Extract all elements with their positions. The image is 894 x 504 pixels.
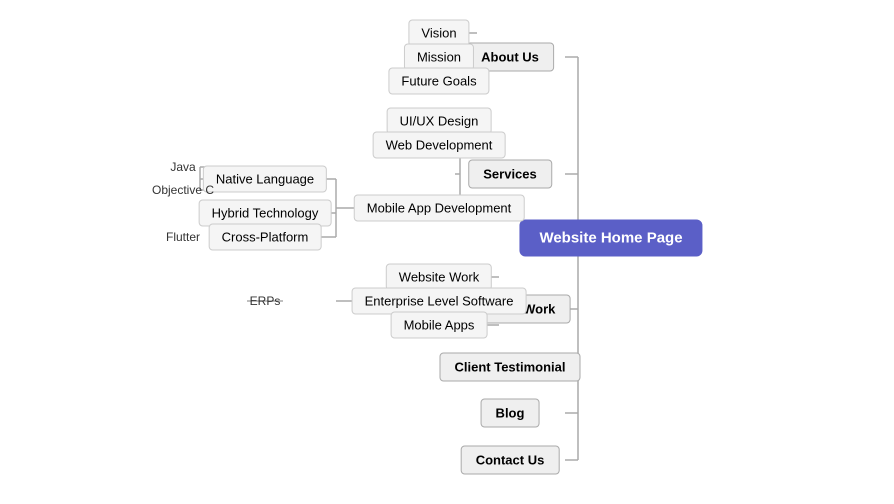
mission-node: Mission	[404, 44, 474, 71]
services-node: Services	[468, 160, 552, 189]
client-testimonial-label: Client Testimonial	[440, 353, 581, 382]
blog-label: Blog	[481, 399, 540, 428]
mobile-apps-node: Mobile Apps	[391, 312, 488, 339]
future-goals-node: Future Goals	[388, 68, 489, 95]
native-language-node: Native Language	[203, 166, 327, 193]
contact-us-node: Contact Us	[461, 446, 560, 475]
objective-c-label: Objective C	[152, 183, 214, 197]
website-work-label: Website Work	[386, 264, 492, 291]
mobile-apps-label: Mobile Apps	[391, 312, 488, 339]
uiux-design-node: UI/UX Design	[387, 108, 492, 135]
flutter-label: Flutter	[166, 230, 200, 244]
native-language-label: Native Language	[203, 166, 327, 193]
java-node: Java	[170, 160, 195, 174]
cross-platform-node: Cross-Platform	[209, 224, 322, 251]
mindmap-container: Website Home Page About Us Services Prev…	[0, 0, 894, 504]
hybrid-technology-label: Hybrid Technology	[199, 200, 332, 227]
vision-label: Vision	[408, 20, 469, 47]
services-label: Services	[468, 160, 552, 189]
future-goals-label: Future Goals	[388, 68, 489, 95]
root-label: Website Home Page	[519, 220, 702, 257]
hybrid-technology-node: Hybrid Technology	[199, 200, 332, 227]
blog-node: Blog	[481, 399, 540, 428]
web-development-label: Web Development	[373, 132, 506, 159]
enterprise-level-node: Enterprise Level Software	[352, 288, 527, 315]
enterprise-level-label: Enterprise Level Software	[352, 288, 527, 315]
client-testimonial-node: Client Testimonial	[440, 353, 581, 382]
java-label: Java	[170, 160, 195, 174]
web-development-node: Web Development	[373, 132, 506, 159]
objective-c-node: Objective C	[152, 183, 214, 197]
cross-platform-label: Cross-Platform	[209, 224, 322, 251]
mobile-app-development-label: Mobile App Development	[354, 195, 525, 222]
contact-us-label: Contact Us	[461, 446, 560, 475]
uiux-design-label: UI/UX Design	[387, 108, 492, 135]
mission-label: Mission	[404, 44, 474, 71]
flutter-node: Flutter	[166, 230, 200, 244]
mobile-app-development-node: Mobile App Development	[354, 195, 525, 222]
website-work-node: Website Work	[386, 264, 492, 291]
erps-node: ERPs	[250, 294, 281, 308]
vision-node: Vision	[408, 20, 469, 47]
erps-label: ERPs	[250, 294, 281, 308]
root-node: Website Home Page	[519, 220, 702, 257]
